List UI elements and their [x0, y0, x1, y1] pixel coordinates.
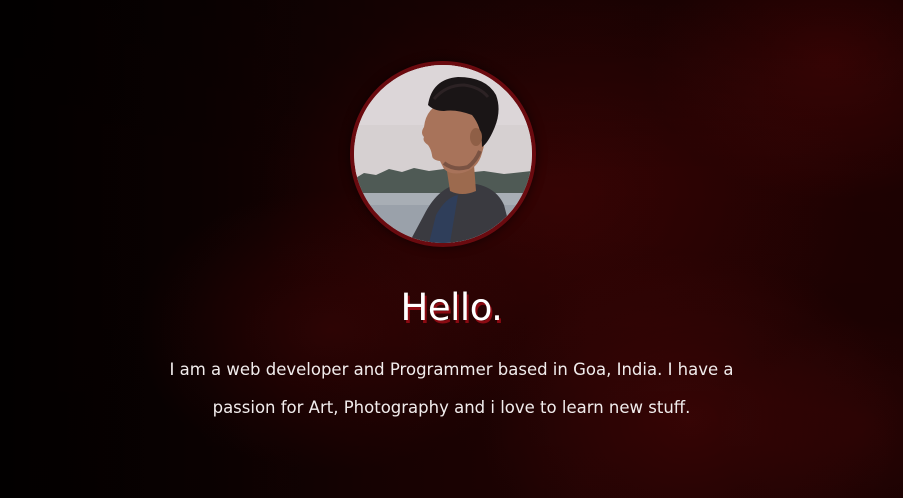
- bio-line: I am a web developer and Programmer base…: [169, 360, 734, 379]
- avatar: [350, 61, 536, 247]
- profile-photo: [354, 65, 532, 243]
- greeting-heading: Hello.: [400, 286, 503, 329]
- bio-line: passion for Art, Photography and i love …: [212, 398, 691, 417]
- bio-text: I am a web developer and Programmer base…: [0, 351, 903, 427]
